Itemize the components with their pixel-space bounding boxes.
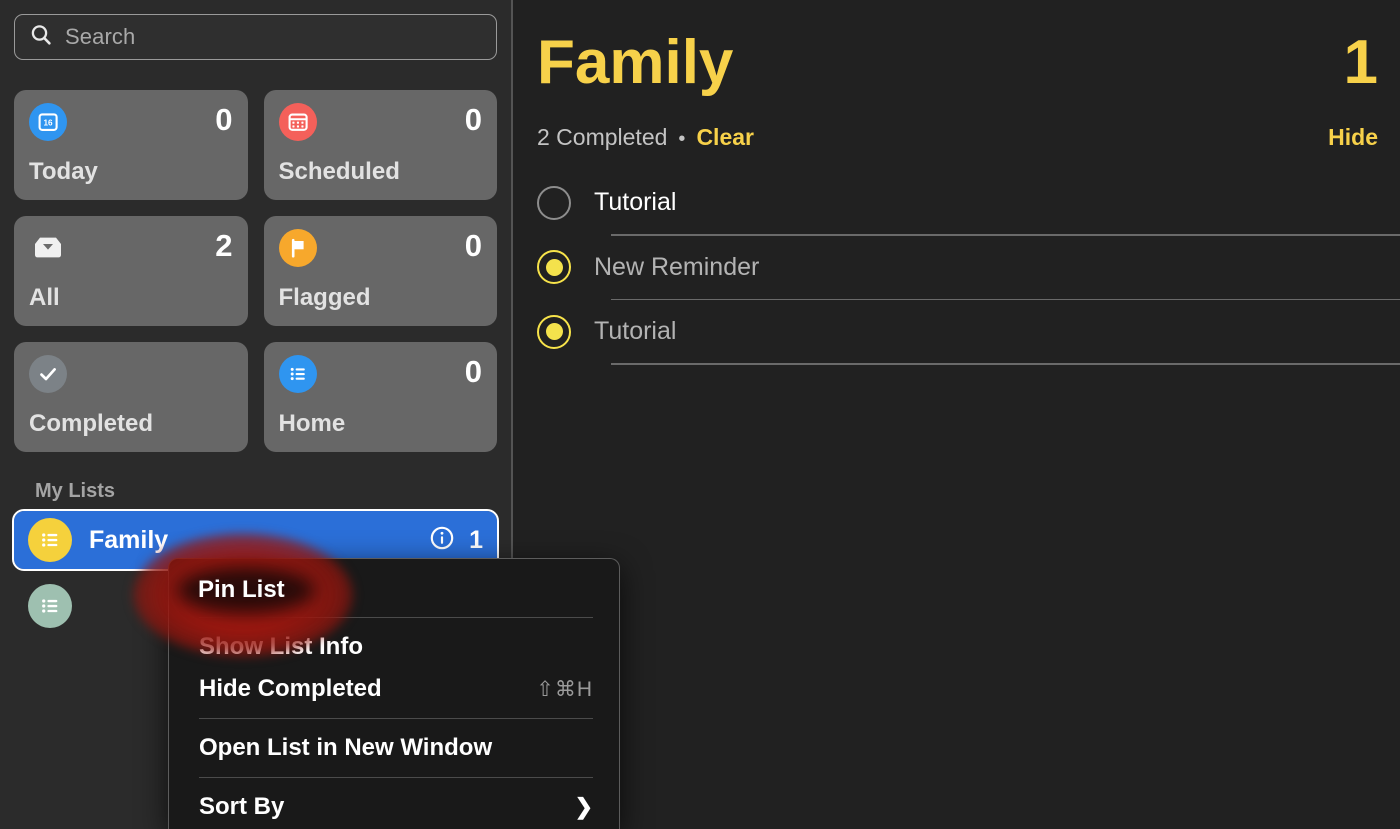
menu-divider — [199, 718, 593, 719]
reminders-app-window: Search 16 0 Today 0 Scheduled 2 All 0 Fl… — [0, 0, 1400, 829]
completed-bar: 2 Completed • Clear Hide — [513, 124, 1400, 151]
flag-icon — [278, 229, 317, 267]
context-menu-item-pin-list[interactable]: Pin List — [169, 567, 619, 609]
reminders-list: Tutorial New Reminder Tutorial — [513, 171, 1400, 365]
context-menu-item-open-list-in-new-window[interactable]: Open List in New Window — [169, 727, 619, 769]
smart-card-label: Completed — [29, 410, 154, 437]
clear-button[interactable]: Clear — [696, 124, 754, 151]
search-input[interactable]: Search — [14, 14, 497, 60]
reminder-title: New Reminder — [594, 252, 760, 281]
smart-card-all[interactable]: 2 All — [14, 216, 248, 326]
list-bullet-icon — [278, 355, 317, 393]
smart-card-count: 0 — [215, 102, 233, 137]
context-menu-item-label: Open List in New Window — [199, 734, 493, 761]
sidebar-list-item-count: 1 — [469, 525, 483, 554]
smart-card-count: 0 — [464, 354, 482, 389]
reminder-title: Tutorial — [594, 317, 677, 345]
reminder-toggle-circle[interactable] — [537, 314, 571, 349]
smart-card-label: Home — [278, 410, 346, 437]
info-circle-icon[interactable] — [429, 525, 455, 556]
menu-divider — [199, 777, 593, 778]
smart-card-scheduled[interactable]: 0 Scheduled — [263, 90, 497, 200]
smart-card-completed[interactable]: Completed — [14, 342, 248, 452]
chevron-right-icon: ❯ — [574, 794, 593, 819]
page-title: Family — [537, 28, 734, 97]
context-menu-item-label: Sort By — [199, 793, 285, 820]
reminder-toggle-circle[interactable] — [537, 185, 571, 220]
list-bullet-icon — [28, 584, 72, 628]
reminder-row[interactable]: Tutorial — [537, 171, 1400, 234]
search-placeholder: Search — [65, 24, 136, 49]
smart-card-count: 2 — [215, 228, 233, 263]
context-menu-item-label: Hide Completed — [199, 675, 382, 702]
main-content: Family 1 2 Completed • Clear Hide Tutori… — [513, 0, 1400, 829]
context-menu-item-show-list-info[interactable]: Show List Info — [169, 626, 619, 668]
smart-card-label: All — [29, 284, 60, 311]
my-lists-section-title: My Lists — [35, 480, 116, 502]
hide-button[interactable]: Hide — [1328, 124, 1378, 151]
completed-count-label: 2 Completed — [537, 124, 668, 150]
list-context-menu: Pin List Show List Info Hide Completed ⇧… — [168, 558, 620, 829]
context-menu-item-label: Show List Info — [199, 633, 363, 660]
checkmark-icon — [29, 355, 67, 393]
context-menu-item-shortcut: ⇧⌘H — [536, 677, 593, 701]
smart-card-today[interactable]: 16 0 Today — [14, 90, 248, 200]
context-menu-item-hide-completed[interactable]: Hide Completed ⇧⌘H — [169, 668, 619, 710]
calendar-day-icon: 16 — [29, 103, 67, 141]
page-title-count: 1 — [1343, 28, 1378, 97]
separator-dot: • — [678, 128, 686, 150]
smart-card-label: Scheduled — [278, 158, 400, 185]
smart-list-grid: 16 0 Today 0 Scheduled 2 All 0 Flagged C… — [14, 90, 497, 452]
calendar-icon — [278, 103, 317, 141]
smart-card-label: Flagged — [278, 284, 371, 311]
menu-divider — [199, 617, 593, 618]
reminder-title: Tutorial — [594, 188, 677, 216]
list-header: Family 1 — [513, 28, 1400, 98]
inbox-icon — [29, 229, 67, 267]
smart-card-home[interactable]: 0 Home — [263, 342, 497, 452]
smart-card-flagged[interactable]: 0 Flagged — [263, 216, 497, 326]
reminder-row[interactable]: Tutorial — [537, 300, 1400, 363]
context-menu-item-sort-by[interactable]: Sort By ❯ — [169, 786, 619, 828]
smart-card-count: 0 — [464, 102, 482, 137]
reminder-row[interactable]: New Reminder — [537, 236, 1400, 299]
smart-card-label: Today — [29, 158, 98, 185]
smart-card-count: 0 — [464, 228, 482, 263]
svg-text:16: 16 — [43, 119, 53, 128]
reminder-toggle-circle[interactable] — [537, 250, 571, 284]
context-menu-item-label: Pin List — [199, 574, 286, 601]
sidebar-list-item-label: Family — [89, 525, 169, 554]
list-bullet-icon — [28, 518, 72, 562]
search-icon — [29, 23, 53, 52]
row-divider — [611, 363, 1400, 365]
